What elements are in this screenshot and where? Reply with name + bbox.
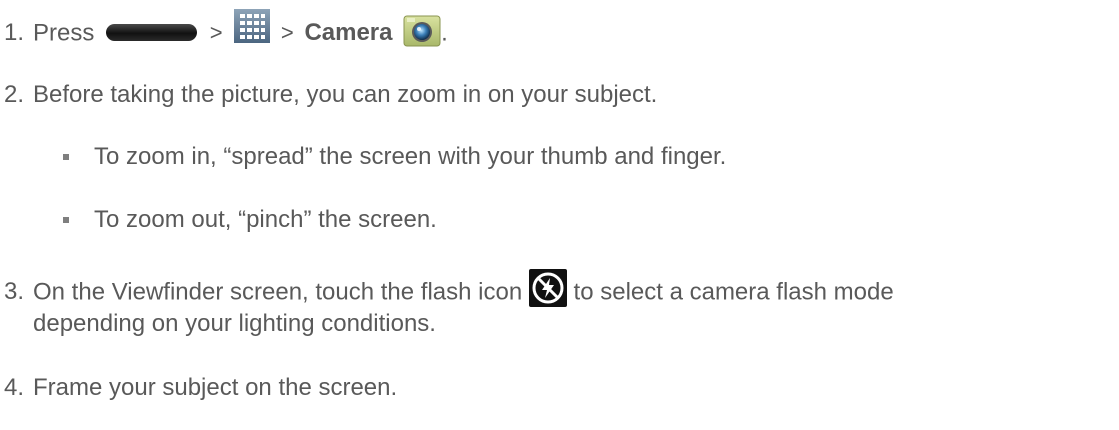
step-3-continuation: depending on your lighting conditions. bbox=[33, 310, 436, 337]
apps-grid-icon bbox=[234, 9, 271, 43]
step-1-end: . bbox=[441, 19, 448, 47]
step-number: 3. bbox=[4, 278, 25, 306]
separator-1: > bbox=[209, 20, 223, 46]
step-3: 3. On the Viewfinder screen, touch the fl… bbox=[4, 269, 894, 312]
step-number: 1. bbox=[4, 19, 25, 47]
step-2: 2. Before taking the picture, you can zoo… bbox=[4, 81, 657, 109]
step-1: 1. Press > > Camera . bbox=[4, 9, 448, 51]
bullet-marker bbox=[63, 217, 69, 223]
camera-label: Camera bbox=[304, 19, 393, 47]
camera-app-icon bbox=[403, 15, 441, 47]
bullet-marker bbox=[63, 154, 69, 160]
flash-off-icon bbox=[528, 269, 567, 307]
step-4: 4. Frame your subject on the screen. bbox=[4, 374, 397, 402]
step-3-text-before: On the Viewfinder screen, touch the flas… bbox=[33, 278, 523, 306]
press-text: Press bbox=[33, 19, 95, 47]
step-number: 2. bbox=[4, 81, 25, 108]
separator-2: > bbox=[280, 20, 294, 46]
step-2-text: Before taking the picture, you can zoom … bbox=[33, 81, 658, 108]
step-4-text: Frame your subject on the screen. bbox=[33, 374, 398, 401]
step-number: 4. bbox=[4, 374, 25, 401]
step-3-text-after: to select a camera flash mode bbox=[573, 278, 894, 306]
bullet-item-2: To zoom out, “pinch” the screen. bbox=[94, 206, 437, 233]
home-key-icon bbox=[106, 23, 198, 41]
bullet-item-1: To zoom in, “spread” the screen with you… bbox=[94, 143, 727, 170]
